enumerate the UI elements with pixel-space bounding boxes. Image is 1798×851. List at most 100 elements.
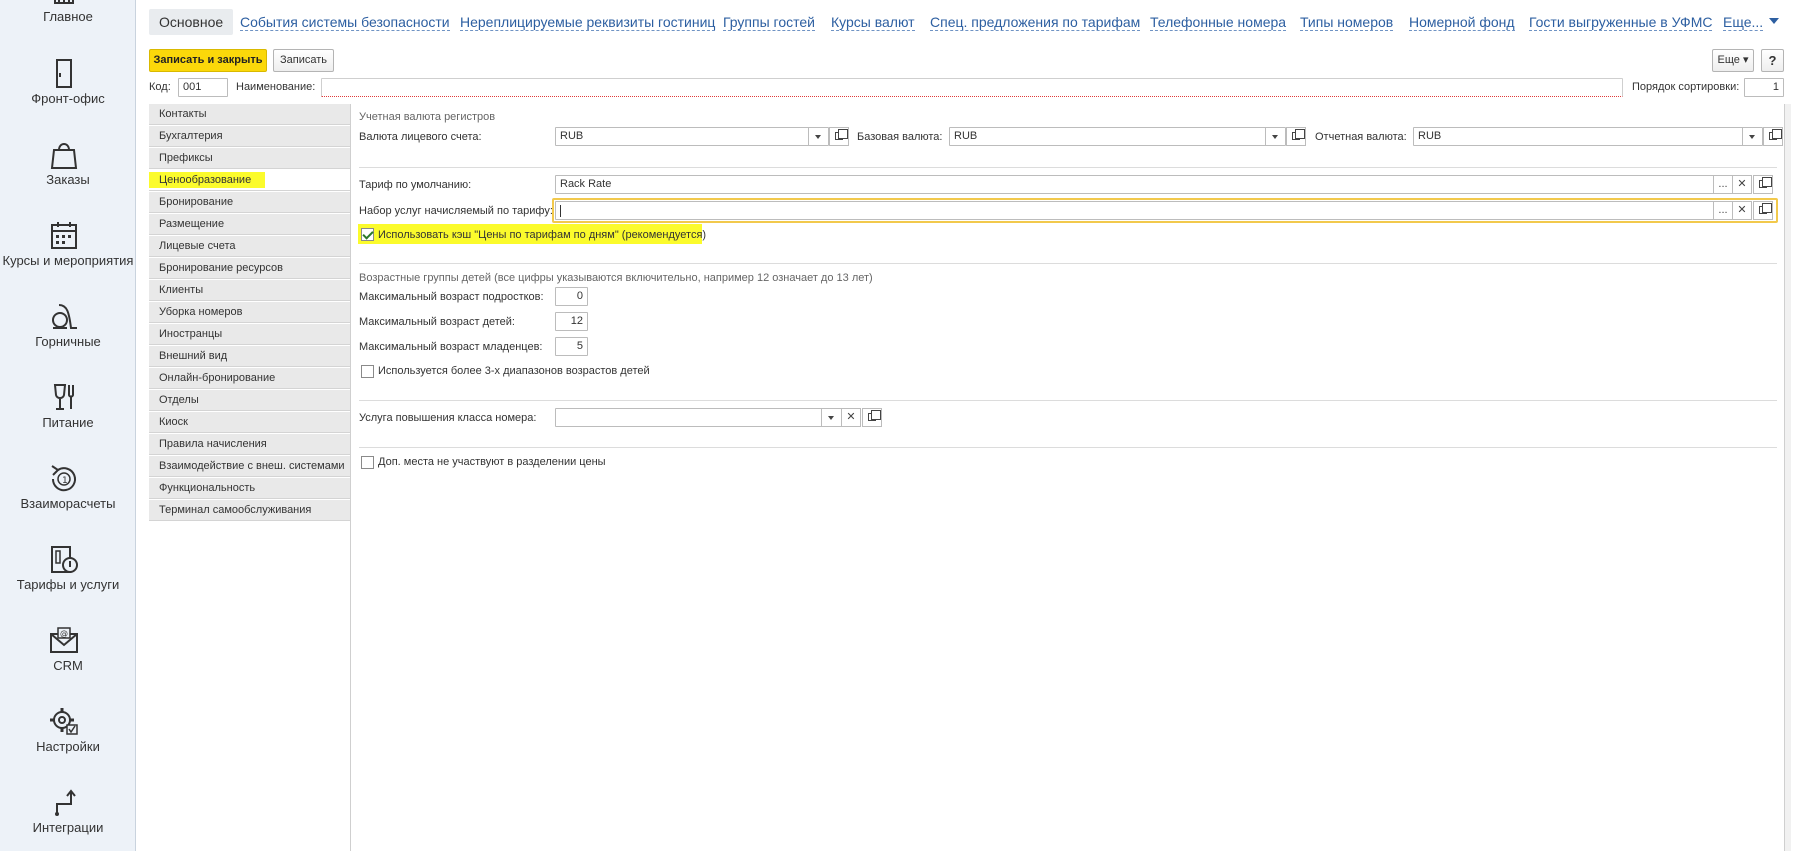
base-currency-select[interactable]: RUB: [949, 127, 1286, 146]
section-functionality[interactable]: Функциональность: [149, 478, 350, 499]
tab-guests-uploaded-ufms[interactable]: Гости выгруженные в УФМС: [1529, 9, 1713, 35]
default-rate-label: Тариф по умолчанию:: [359, 179, 472, 191]
open-form-icon: [1759, 177, 1772, 188]
nav-item-main[interactable]: Главное: [0, 0, 135, 58]
nav-item-courses-events[interactable]: Курсы и мероприятия: [0, 217, 135, 297]
section-appearance[interactable]: Внешний вид: [149, 346, 350, 367]
section-accommodation[interactable]: Размещение: [149, 214, 350, 235]
section-accounting[interactable]: Бухгалтерия: [149, 126, 350, 147]
sort-order-value: 1: [1772, 81, 1779, 93]
age-ranges-checkbox[interactable]: [361, 365, 374, 378]
section-room-cleaning[interactable]: Уборка номеров: [149, 302, 350, 323]
code-label: Код:: [149, 81, 171, 93]
open-form-icon: [1292, 129, 1305, 140]
section-booking[interactable]: Бронирование: [149, 192, 350, 213]
room-upgrade-label: Услуга повышения класса номера:: [359, 412, 537, 424]
section-resource-booking[interactable]: Бронирование ресурсов: [149, 258, 350, 279]
tab-phone-numbers[interactable]: Телефонные номера: [1150, 9, 1287, 35]
section-kiosk[interactable]: Киоск: [149, 412, 350, 433]
base-currency-value: RUB: [954, 130, 978, 142]
nav-item-front-office[interactable]: Фронт-офис: [0, 55, 135, 135]
teen-age-field[interactable]: 0: [555, 287, 588, 306]
open-form-icon: [1759, 203, 1772, 214]
nav-item-housekeeping[interactable]: Горничные: [0, 298, 135, 378]
service-set-open-button[interactable]: [1753, 201, 1773, 220]
sort-order-field[interactable]: 1: [1744, 78, 1784, 97]
tab-room-types[interactable]: Типы номеров: [1300, 9, 1394, 35]
default-rate-select-button[interactable]: ...: [1713, 175, 1733, 194]
tab-label: Типы номеров: [1300, 14, 1394, 31]
group-separator: [359, 263, 1777, 264]
section-self-service-terminal[interactable]: Терминал самообслуживания: [149, 500, 350, 521]
tab-guest-groups[interactable]: Группы гостей: [723, 9, 815, 35]
service-set-select-button[interactable]: ...: [1713, 201, 1733, 220]
section-foreigners[interactable]: Иностранцы: [149, 324, 350, 345]
nav-item-food[interactable]: Питание: [0, 379, 135, 459]
report-currency-open-button[interactable]: [1763, 127, 1783, 146]
tab-label: Телефонные номера: [1150, 14, 1287, 31]
section-prefixes[interactable]: Префиксы: [149, 148, 350, 169]
service-set-clear-button[interactable]: ✕: [1732, 201, 1752, 220]
nav-item-settings[interactable]: Настройки: [0, 703, 135, 783]
save-and-close-button[interactable]: Записать и закрыть: [149, 49, 267, 72]
folio-currency-open-button[interactable]: [829, 127, 849, 146]
dropdown-arrow-icon: [1272, 135, 1278, 139]
base-currency-dropdown[interactable]: [1265, 128, 1285, 145]
nav-item-settlements[interactable]: 1 Взаиморасчеты: [0, 460, 135, 540]
tab-label: Гости выгруженные в УФМС: [1529, 14, 1713, 31]
nav-item-integrations[interactable]: Интеграции: [0, 784, 135, 851]
section-external-systems[interactable]: Взаимодействие с внеш. системами: [149, 456, 350, 477]
age-ranges-checkbox-label[interactable]: Используется более 3-х диапазонов возрас…: [378, 365, 650, 377]
section-departments[interactable]: Отделы: [149, 390, 350, 411]
default-rate-open-button[interactable]: [1753, 175, 1773, 194]
default-rate-field[interactable]: Rack Rate: [555, 175, 1714, 194]
tab-security-events[interactable]: События системы безопасности: [240, 9, 450, 35]
cache-checkbox-label[interactable]: Использовать кэш "Цены по тарифам по дня…: [378, 229, 706, 241]
folio-currency-label: Валюта лицевого счета:: [359, 131, 482, 143]
folio-currency-dropdown[interactable]: [808, 128, 828, 145]
mail-icon: @: [47, 624, 81, 658]
section-online-booking[interactable]: Онлайн-бронирование: [149, 368, 350, 389]
base-currency-open-button[interactable]: [1286, 127, 1306, 146]
more-actions-button[interactable]: Еще ▾: [1712, 49, 1754, 72]
nav-item-orders[interactable]: Заказы: [0, 136, 135, 216]
base-currency-label: Базовая валюта:: [857, 131, 943, 143]
name-field[interactable]: [321, 78, 1623, 97]
section-clients[interactable]: Клиенты: [149, 280, 350, 301]
nav-item-tariffs-services[interactable]: Тарифы и услуги: [0, 541, 135, 621]
code-field[interactable]: 001: [178, 78, 228, 97]
nav-item-crm[interactable]: @ CRM: [0, 622, 135, 702]
room-upgrade-dropdown[interactable]: [821, 409, 841, 426]
default-rate-clear-button[interactable]: ✕: [1732, 175, 1752, 194]
tab-special-offers[interactable]: Спец. предложения по тарифам: [930, 9, 1141, 35]
section-folios[interactable]: Лицевые счета: [149, 236, 350, 257]
report-currency-select[interactable]: RUB: [1413, 127, 1763, 146]
tab-currency-rates[interactable]: Курсы валют: [831, 9, 915, 35]
extra-beds-checkbox[interactable]: [361, 456, 374, 469]
infant-age-field[interactable]: 5: [555, 337, 588, 356]
section-contacts[interactable]: Контакты: [149, 104, 350, 125]
extra-beds-checkbox-label[interactable]: Доп. места не участвуют в разделении цен…: [378, 456, 606, 468]
folio-currency-select[interactable]: RUB: [555, 127, 829, 146]
save-button[interactable]: Записать: [273, 49, 334, 72]
group-separator: [359, 167, 1777, 168]
room-upgrade-clear-button[interactable]: ✕: [841, 408, 861, 427]
infant-age-value: 5: [576, 340, 583, 352]
tab-main[interactable]: Основное: [149, 9, 234, 35]
room-upgrade-select[interactable]: [555, 408, 842, 427]
teen-age-value: 0: [576, 290, 583, 302]
help-button[interactable]: ?: [1761, 49, 1784, 72]
tab-more[interactable]: Еще...: [1723, 9, 1764, 35]
child-age-field[interactable]: 12: [555, 312, 588, 331]
room-upgrade-open-button[interactable]: [862, 408, 882, 427]
age-group-title: Возрастные группы детей (все цифры указы…: [359, 272, 873, 284]
scrollbar[interactable]: [1785, 104, 1791, 851]
service-set-field[interactable]: [555, 201, 1714, 220]
nav-label-courses-events: Курсы и мероприятия: [2, 253, 134, 268]
cache-checkbox[interactable]: [361, 228, 374, 241]
section-pricing[interactable]: Ценообразование: [149, 170, 350, 191]
report-currency-dropdown[interactable]: [1742, 128, 1762, 145]
tab-non-replicated-hotel-props[interactable]: Нереплицируемые реквизиты гостиниц: [460, 9, 716, 35]
tab-room-stock[interactable]: Номерной фонд: [1409, 9, 1515, 35]
section-charge-rules[interactable]: Правила начисления: [149, 434, 350, 455]
